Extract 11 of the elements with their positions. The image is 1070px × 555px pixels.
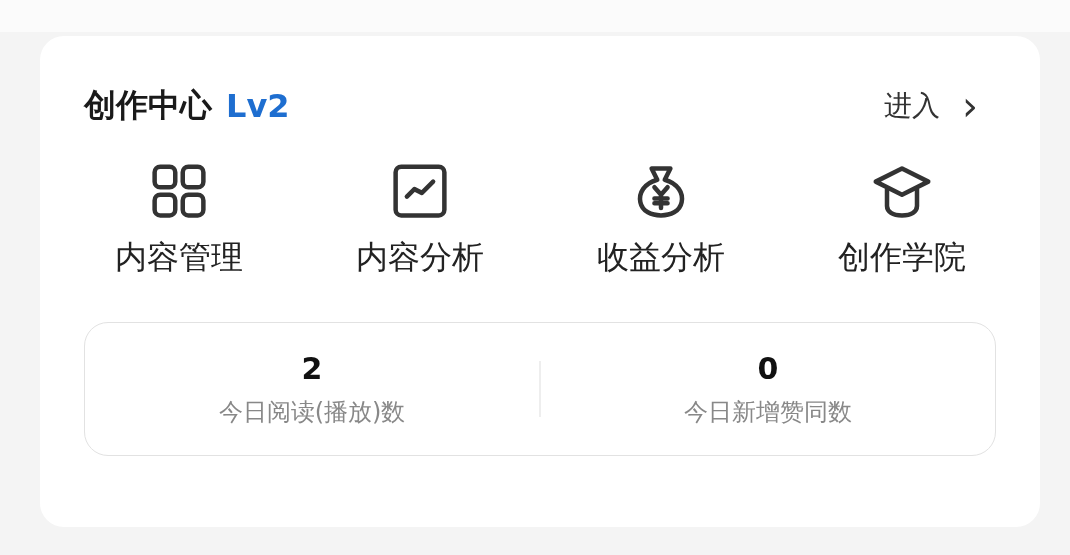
stat-label: 今日阅读(播放)数	[218, 396, 406, 428]
stat-value: 0	[757, 350, 779, 386]
shortcut-button[interactable]: 创作学院	[781, 160, 1022, 280]
card-title: 创作中心	[84, 85, 212, 126]
enter-link[interactable]: 进入 ›	[884, 86, 978, 126]
shortcut-button[interactable]: 收益分析	[540, 160, 781, 280]
shortcut-button[interactable]: 内容分析	[299, 160, 540, 280]
stat-label: 今日新增赞同数	[684, 396, 852, 428]
stat-value: 2	[301, 350, 323, 386]
level-label: Lv2	[226, 87, 290, 125]
shortcut-button[interactable]: 内容管理	[58, 160, 299, 280]
